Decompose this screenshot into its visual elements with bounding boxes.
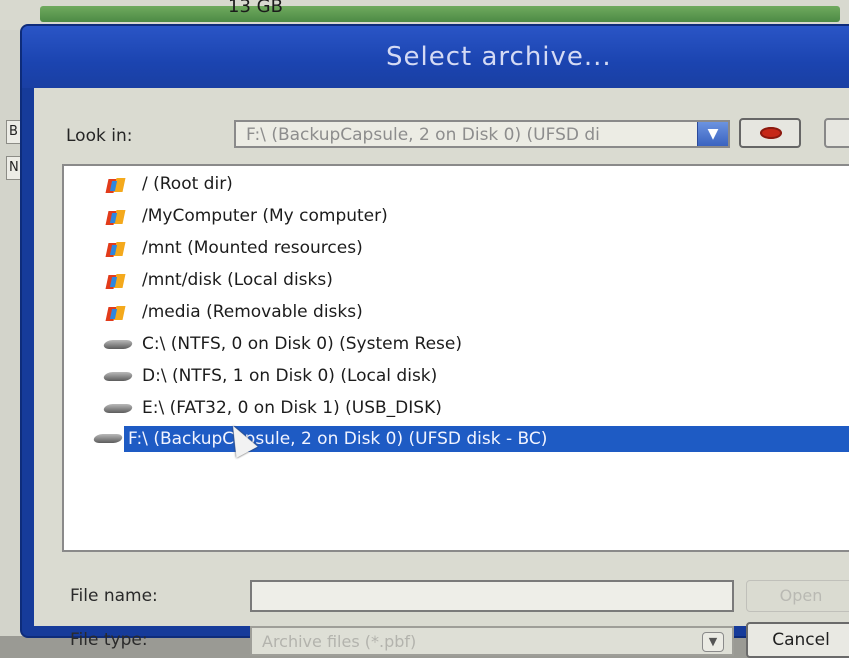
size-text: 13 GB <box>228 0 283 17</box>
progress-bar <box>40 6 840 22</box>
list-item-selected[interactable]: F:\ (BackupCapsule, 2 on Disk 0) (UFSD d… <box>64 426 849 452</box>
dialog-body: Look in: F:\ (BackupCapsule, 2 on Disk 0… <box>34 88 849 658</box>
list-item[interactable]: /mnt (Mounted resources) <box>64 236 849 262</box>
system-icon <box>104 208 130 226</box>
system-icon <box>104 304 130 322</box>
list-item[interactable]: /MyComputer (My computer) <box>64 204 849 230</box>
file-type-value: Archive files (*.pbf) <box>262 632 417 651</box>
disk-icon <box>102 336 134 354</box>
list-item[interactable]: E:\ (FAT32, 0 on Disk 1) (USB_DISK) <box>64 396 849 422</box>
dialog-title: Select archive... <box>386 42 612 72</box>
chevron-down-icon[interactable]: ▼ <box>697 122 728 146</box>
list-item-label: /mnt (Mounted resources) <box>142 238 363 258</box>
list-item-label: E:\ (FAT32, 0 on Disk 1) (USB_DISK) <box>142 398 442 418</box>
list-item[interactable]: /media (Removable disks) <box>64 300 849 326</box>
cancel-button[interactable]: Cancel <box>746 622 849 658</box>
disk-icon <box>102 368 134 386</box>
file-type-label: File type: <box>70 630 148 650</box>
select-archive-dialog: Select archive... Look in: F:\ (BackupCa… <box>22 26 849 658</box>
list-item[interactable]: /mnt/disk (Local disks) <box>64 268 849 294</box>
open-button[interactable]: Open <box>746 580 849 612</box>
list-item[interactable]: / (Root dir) <box>64 172 849 198</box>
view-button[interactable] <box>739 118 801 148</box>
dialog-titlebar[interactable]: Select archive... <box>22 26 849 88</box>
list-item-label: C:\ (NTFS, 0 on Disk 0) (System Rese) <box>142 334 462 354</box>
list-item-label: /mnt/disk (Local disks) <box>142 270 333 290</box>
system-icon <box>104 176 130 194</box>
system-icon <box>104 272 130 290</box>
look-in-label: Look in: <box>66 126 133 146</box>
list-item-label: /media (Removable disks) <box>142 302 363 322</box>
list-item-label: D:\ (NTFS, 1 on Disk 0) (Local disk) <box>142 366 438 386</box>
file-name-label: File name: <box>70 586 158 606</box>
eye-icon <box>760 127 782 139</box>
file-type-select[interactable]: Archive files (*.pbf) ▼ <box>250 626 734 656</box>
system-icon <box>104 240 130 258</box>
list-item[interactable]: C:\ (NTFS, 0 on Disk 0) (System Rese) <box>64 332 849 358</box>
file-name-input[interactable] <box>250 580 734 612</box>
chevron-down-icon[interactable]: ▼ <box>702 632 724 652</box>
disk-icon <box>92 430 124 448</box>
directory-list[interactable]: / (Root dir) /MyComputer (My computer) /… <box>62 164 849 552</box>
look-in-value: F:\ (BackupCapsule, 2 on Disk 0) (UFSD d… <box>246 125 600 145</box>
look-in-combo[interactable]: F:\ (BackupCapsule, 2 on Disk 0) (UFSD d… <box>234 120 730 148</box>
list-item-label: / (Root dir) <box>142 174 233 194</box>
disk-icon <box>102 400 134 418</box>
list-item[interactable]: D:\ (NTFS, 1 on Disk 0) (Local disk) <box>64 364 849 390</box>
list-item-label: /MyComputer (My computer) <box>142 206 388 226</box>
extra-button[interactable] <box>824 118 849 148</box>
